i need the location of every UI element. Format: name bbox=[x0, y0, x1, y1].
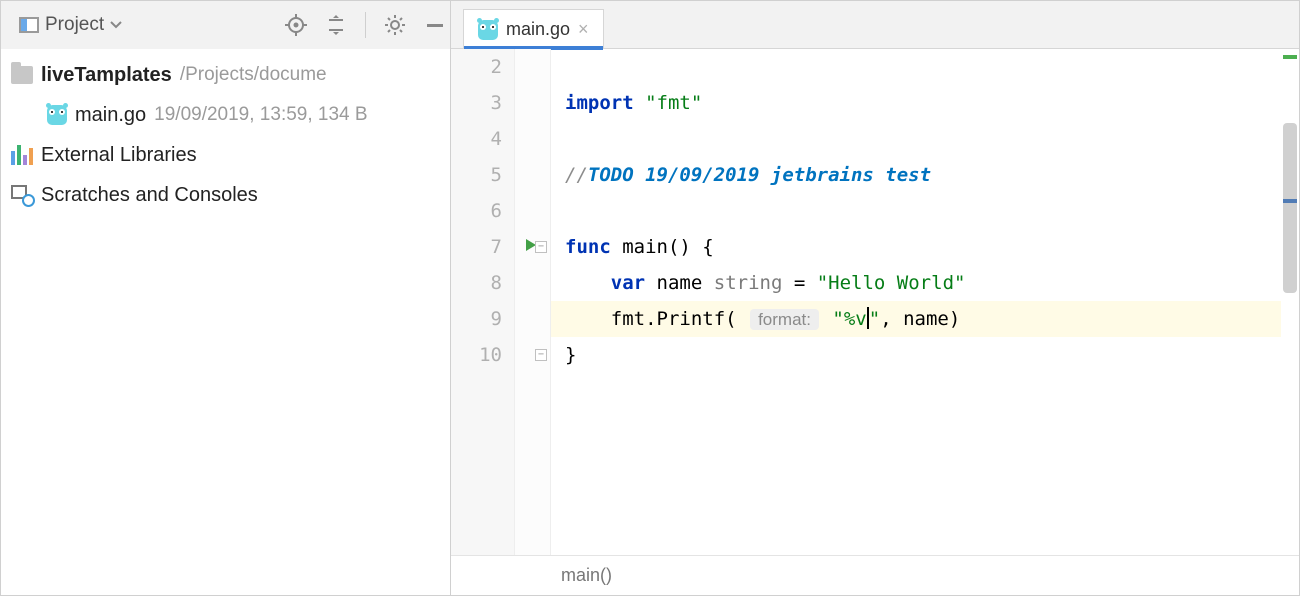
fold-toggle[interactable]: − bbox=[535, 241, 547, 253]
hide-button[interactable] bbox=[420, 10, 450, 40]
tab-label: main.go bbox=[506, 19, 570, 40]
separator bbox=[365, 12, 366, 38]
line-number[interactable]: 8 bbox=[451, 265, 502, 301]
code-line[interactable]: var name string = "Hello World" bbox=[565, 265, 1299, 301]
tree-root[interactable]: liveTamplates /Projects/docume bbox=[1, 55, 450, 95]
breadcrumb-item[interactable]: main() bbox=[561, 565, 612, 586]
select-target-button[interactable] bbox=[281, 10, 311, 40]
line-number[interactable]: 6 bbox=[451, 193, 502, 229]
code-line[interactable] bbox=[565, 193, 1299, 229]
line-number[interactable]: 5 bbox=[451, 157, 502, 193]
file-meta: 19/09/2019, 13:59, 134 B bbox=[154, 104, 367, 126]
close-tab-button[interactable]: × bbox=[578, 19, 589, 40]
project-toolbar: Project bbox=[1, 1, 451, 49]
code-line[interactable]: fmt.Printf( format: "%v", name) bbox=[565, 301, 1299, 337]
line-number[interactable]: 3 bbox=[451, 85, 502, 121]
project-label: Project bbox=[45, 14, 104, 36]
line-number[interactable]: 10 bbox=[451, 337, 502, 373]
editor-scrollbar[interactable] bbox=[1283, 53, 1297, 551]
inspection-marker[interactable] bbox=[1283, 55, 1297, 59]
line-number[interactable]: 4 bbox=[451, 121, 502, 157]
gear-icon bbox=[384, 14, 406, 36]
tree-external-libraries[interactable]: External Libraries bbox=[1, 135, 450, 175]
root-name: liveTamplates bbox=[41, 64, 172, 87]
code-line[interactable]: import "fmt" bbox=[565, 85, 1299, 121]
editor: 2 3 4 5 6 7 8 9 10 − − bbox=[451, 49, 1299, 595]
fold-toggle[interactable]: − bbox=[535, 349, 547, 361]
line-number[interactable]: 2 bbox=[451, 49, 502, 85]
editor-tabs: main.go × bbox=[451, 1, 1299, 49]
file-name: main.go bbox=[75, 104, 146, 127]
tree-scratches[interactable]: Scratches and Consoles bbox=[1, 175, 450, 215]
ide-window: Project bbox=[0, 0, 1300, 596]
breadcrumb-bar[interactable]: main() bbox=[451, 555, 1299, 595]
parameter-hint: format: bbox=[750, 309, 819, 330]
top-bar: Project bbox=[1, 1, 1299, 49]
scratches-label: Scratches and Consoles bbox=[41, 184, 258, 207]
scratches-icon bbox=[11, 185, 33, 205]
code-line[interactable]: } bbox=[565, 337, 1299, 373]
folder-icon bbox=[11, 66, 33, 84]
minimize-icon bbox=[425, 15, 445, 35]
ext-lib-label: External Libraries bbox=[41, 144, 197, 167]
line-gutter[interactable]: 2 3 4 5 6 7 8 9 10 bbox=[451, 49, 515, 555]
library-icon bbox=[11, 145, 33, 165]
line-number[interactable]: 7 bbox=[451, 229, 502, 265]
code-line[interactable]: //TODO 19/09/2019 jetbrains test bbox=[565, 157, 1299, 193]
code-line[interactable] bbox=[565, 121, 1299, 157]
go-file-icon bbox=[47, 105, 67, 125]
main-body: liveTamplates /Projects/docume main.go 1… bbox=[1, 49, 1299, 595]
code-line[interactable] bbox=[565, 49, 1299, 85]
line-number[interactable]: 9 bbox=[451, 301, 502, 337]
code-content[interactable]: import "fmt" //TODO 19/09/2019 jetbrains… bbox=[551, 49, 1299, 555]
project-toolwindow-button[interactable]: Project bbox=[13, 8, 128, 42]
file-tab-main-go[interactable]: main.go × bbox=[463, 9, 604, 49]
gutter-icons[interactable]: − − bbox=[515, 49, 551, 555]
code-line[interactable]: func main() { bbox=[565, 229, 1299, 265]
tree-file-main-go[interactable]: main.go 19/09/2019, 13:59, 134 B bbox=[1, 95, 450, 135]
expand-collapse-button[interactable] bbox=[321, 10, 351, 40]
chevron-down-icon bbox=[110, 19, 122, 31]
root-path: /Projects/docume bbox=[180, 64, 327, 86]
project-tree[interactable]: liveTamplates /Projects/docume main.go 1… bbox=[1, 49, 451, 595]
collapse-icon bbox=[326, 15, 346, 35]
scroll-thumb[interactable] bbox=[1283, 123, 1297, 293]
go-file-icon bbox=[478, 20, 498, 40]
code-area[interactable]: 2 3 4 5 6 7 8 9 10 − − bbox=[451, 49, 1299, 555]
settings-button[interactable] bbox=[380, 10, 410, 40]
toolwindow-icon bbox=[19, 17, 39, 33]
target-icon bbox=[285, 14, 307, 36]
